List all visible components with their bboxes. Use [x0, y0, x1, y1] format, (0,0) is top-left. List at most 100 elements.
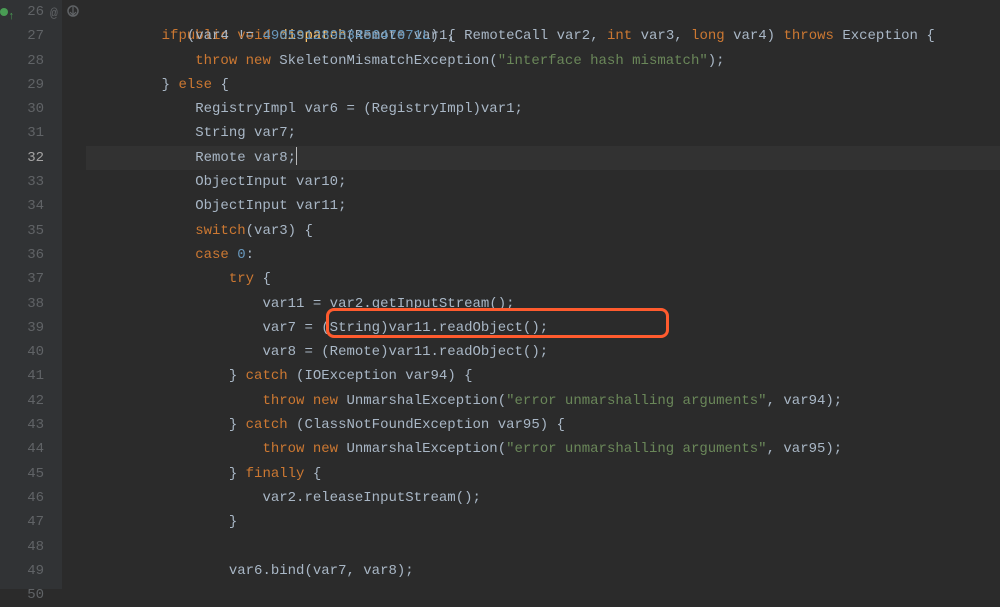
code-line-26[interactable]: public void dispatch(Remote var1, Remote…: [86, 0, 1000, 24]
gutter-line-44: 44: [0, 437, 44, 461]
code-line-41[interactable]: } catch (IOException var94) {: [86, 364, 1000, 388]
var-name: var11: [296, 198, 338, 214]
line-number: 46: [27, 490, 44, 506]
line-number: 34: [27, 198, 44, 214]
code-line-42[interactable]: throw new UnmarshalException("error unma…: [86, 389, 1000, 413]
type-name: Remote: [195, 150, 245, 166]
line-number: 37: [27, 271, 44, 287]
code-line-47[interactable]: }: [86, 510, 1000, 534]
line-number: 49: [27, 563, 44, 579]
src-var: var11: [388, 344, 430, 360]
line-number: 45: [27, 466, 44, 482]
op: =: [313, 296, 321, 312]
var-name: var11: [262, 296, 304, 312]
line-number: 41: [27, 368, 44, 384]
exc-var: var95: [498, 417, 540, 433]
gutter-line-49: 49: [0, 559, 44, 583]
code-line-38[interactable]: var11 = var2.getInputStream();: [86, 292, 1000, 316]
line-number: 44: [27, 441, 44, 457]
code-line-33[interactable]: ObjectInput var10;: [86, 170, 1000, 194]
line-number: 38: [27, 296, 44, 312]
code-line-40[interactable]: var8 = (Remote)var11.readObject();: [86, 340, 1000, 364]
code-line-50[interactable]: [86, 583, 1000, 607]
line-number: 50: [27, 587, 44, 603]
line-number: 35: [27, 223, 44, 239]
var-name: var2: [262, 490, 296, 506]
code-line-46[interactable]: var2.releaseInputStream();: [86, 486, 1000, 510]
arg: var8: [363, 563, 397, 579]
code-line-28[interactable]: throw new SkeletonMismatchException("int…: [86, 49, 1000, 73]
code-line-29[interactable]: } else {: [86, 73, 1000, 97]
gutter-line-32: 32: [0, 146, 44, 170]
line-number: 30: [27, 101, 44, 117]
line-number: 43: [27, 417, 44, 433]
var-name: var8: [254, 150, 288, 166]
code-line-30[interactable]: RegistryImpl var6 = (RegistryImpl)var1;: [86, 97, 1000, 121]
line-number: 48: [27, 539, 44, 555]
src-var: var11: [388, 320, 430, 336]
brace-close: }: [229, 514, 237, 530]
gutter-line-43: 43: [0, 413, 44, 437]
code-content[interactable]: @ public void dispatch(Remote var1, Remo…: [62, 0, 1000, 589]
kw-switch: switch: [195, 223, 245, 239]
cast: (String): [321, 320, 388, 336]
kw-new: new: [313, 441, 338, 457]
line-number: 33: [27, 174, 44, 190]
gutter-line-28: 28: [0, 49, 44, 73]
line-number: 26: [27, 4, 44, 20]
method-call: readObject: [439, 344, 523, 360]
brace-close: }: [229, 368, 237, 384]
gutter-line-35: 35: [0, 219, 44, 243]
type-name: ObjectInput: [195, 174, 287, 190]
code-line-43[interactable]: } catch (ClassNotFoundException var95) {: [86, 413, 1000, 437]
code-line-27[interactable]: if (var4 != 4905912898345647071L) {: [86, 24, 1000, 48]
kw-case: case: [195, 247, 229, 263]
text-cursor: [296, 147, 297, 165]
kw-catch: catch: [246, 417, 288, 433]
gutter-line-42: 42: [0, 389, 44, 413]
type-name: String: [195, 125, 245, 141]
code-line-49[interactable]: var6.bind(var7, var8);: [86, 559, 1000, 583]
string-literal: "interface hash mismatch": [498, 53, 708, 69]
gutter-line-46: 46: [0, 486, 44, 510]
cast: (RegistryImpl): [363, 101, 481, 117]
type-name: ObjectInput: [195, 198, 287, 214]
code-line-48[interactable]: [86, 535, 1000, 559]
code-line-45[interactable]: } finally {: [86, 462, 1000, 486]
op: =: [304, 320, 312, 336]
line-number: 47: [27, 514, 44, 530]
code-editor[interactable]: 26 ↑ 27 28 29 30 31 32 33 34 35 36 37 38…: [0, 0, 1000, 589]
kw-if: if: [162, 28, 179, 44]
op: =: [346, 101, 354, 117]
exc-var: var94: [405, 368, 447, 384]
exception-type: SkeletonMismatchException: [279, 53, 489, 69]
gutter-line-50: 50: [0, 583, 44, 607]
brace: {: [220, 77, 228, 93]
annotation-at-icon: @: [50, 2, 58, 26]
var-name: var7: [262, 320, 296, 336]
exception-type: UnmarshalException: [346, 441, 497, 457]
gutter-line-40: 40: [0, 340, 44, 364]
exception-type: IOException: [304, 368, 396, 384]
brace: {: [557, 417, 565, 433]
var-name: var6: [229, 563, 263, 579]
exception-type: UnmarshalException: [346, 393, 497, 409]
code-line-35[interactable]: switch(var3) {: [86, 219, 1000, 243]
code-line-44[interactable]: throw new UnmarshalException("error unma…: [86, 437, 1000, 461]
code-line-37[interactable]: try {: [86, 267, 1000, 291]
kw-else: else: [178, 77, 212, 93]
code-line-32[interactable]: Remote var8;: [86, 146, 1000, 170]
line-number: 42: [27, 393, 44, 409]
method-call: bind: [271, 563, 305, 579]
case-value: 0: [237, 247, 245, 263]
code-line-36[interactable]: case 0:: [86, 243, 1000, 267]
gutter-line-47: 47: [0, 510, 44, 534]
code-line-34[interactable]: ObjectInput var11;: [86, 194, 1000, 218]
line-number: 32: [27, 150, 44, 166]
gutter-line-36: 36: [0, 243, 44, 267]
src-var: var2: [330, 296, 364, 312]
method-call: readObject: [439, 320, 523, 336]
code-line-31[interactable]: String var7;: [86, 121, 1000, 145]
op: =: [304, 344, 312, 360]
code-line-39[interactable]: var7 = (String)var11.readObject();: [86, 316, 1000, 340]
